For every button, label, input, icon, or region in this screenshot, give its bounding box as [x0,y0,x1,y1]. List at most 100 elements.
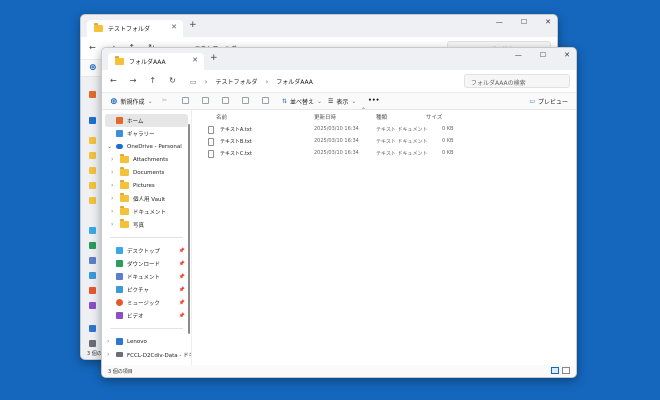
tiles-view-icon[interactable] [562,367,570,374]
maximize-button[interactable]: ☐ [521,18,527,26]
music-icon[interactable] [89,287,96,294]
front-window-controls: — ☐ ✕ [515,51,570,59]
new-icon[interactable]: ⊕ [89,64,97,73]
chevron-right-icon[interactable]: › [111,169,113,176]
search-input[interactable]: フォルダAAAの検索 [464,74,570,88]
sidebar-item-onedrive[interactable]: ⌄ OneDrive - Personal [102,140,191,153]
view-label: 表示 [336,99,349,106]
back-arrow-icon[interactable]: ← [89,43,96,53]
sidebar-item-label: 個人用 Vault [133,196,166,203]
folder-icon[interactable] [89,197,96,204]
preview-button[interactable]: ▭ プレビュー [529,97,568,106]
chevron-right-icon[interactable]: › [107,351,109,358]
back-arrow-icon[interactable]: ← [110,76,117,86]
delete-icon[interactable] [262,97,269,104]
rename-icon[interactable] [222,97,229,104]
share-icon[interactable] [242,97,249,104]
sidebar-item-folder[interactable]: › ドキュメント [102,205,191,218]
minimize-button[interactable]: — [515,51,522,59]
sidebar-item-folder[interactable]: › Documents [102,166,191,179]
breadcrumb[interactable]: ▭ › テストフォルダ › フォルダAAA [190,77,313,87]
document-icon[interactable] [89,257,96,264]
folder-icon[interactable] [89,137,96,144]
sidebar-item-folder[interactable]: › Attachments [102,153,191,166]
maximize-button[interactable]: ☐ [540,51,546,59]
sidebar-item-pc[interactable]: › Lenovo [102,335,191,348]
new-tab-button[interactable]: + [210,53,218,63]
folder-icon[interactable] [89,182,96,189]
text-file-icon [208,150,214,158]
sidebar-item-videos[interactable]: ビデオ 📌 [102,309,191,322]
folder-icon[interactable] [89,152,96,159]
breadcrumb-item[interactable]: テストフォルダ [215,77,257,86]
pin-icon[interactable]: 📌 [179,261,185,267]
file-row[interactable]: テキストC.txt 2025/03/10 16:34 テキスト ドキュメント 0… [204,148,576,159]
sidebar-item-documents[interactable]: ドキュメント 📌 [102,270,191,283]
desktop-icon[interactable] [89,227,96,234]
new-tab-button[interactable]: + [189,20,197,30]
video-icon[interactable] [89,302,96,309]
pin-icon[interactable]: 📌 [179,287,185,293]
file-row[interactable]: テキストA.txt 2025/03/10 16:34 テキスト ドキュメント 0… [204,124,576,135]
pc-icon[interactable] [89,325,96,332]
sidebar-item-home[interactable]: ホーム [105,114,188,127]
chevron-right-icon[interactable]: › [111,195,113,202]
sidebar-item-gallery[interactable]: ギャラリー [102,127,191,140]
sort-button[interactable]: ⇅ 並べ替え ⌄ [282,97,322,106]
close-tab-icon[interactable]: ✕ [171,23,177,31]
close-window-button[interactable]: ✕ [545,18,551,26]
drive-icon [116,352,123,357]
column-header-type[interactable]: 種類 [376,113,387,121]
back-sidebar [81,77,103,347]
sidebar-scrollbar[interactable] [188,124,190,334]
chevron-right-icon[interactable]: › [107,338,109,345]
column-header-size[interactable]: サイズ [426,113,442,121]
home-icon[interactable] [89,91,96,98]
column-header-name[interactable]: 名前 [216,113,227,121]
more-options-button[interactable]: ••• [368,97,380,104]
sidebar-item-network-drive[interactable]: › FCCL-D2Cdiv-Data - ドキュメ [102,348,191,361]
front-tab[interactable]: フォルダAAA ✕ [108,53,204,70]
column-header-date[interactable]: 更新日時 [314,113,336,121]
close-window-button[interactable]: ✕ [564,51,570,59]
chevron-right-icon[interactable]: › [111,182,113,189]
sidebar-item-folder[interactable]: › 写真 [102,218,191,231]
breadcrumb-item[interactable]: フォルダAAA [276,77,313,86]
divider [110,237,183,238]
sidebar-item-desktop[interactable]: デスクトップ 📌 [102,244,191,257]
sidebar-item-music[interactable]: ミュージック 📌 [102,296,191,309]
cut-icon[interactable]: ✂ [162,97,167,104]
refresh-icon[interactable]: ↻ [169,76,176,86]
pin-icon[interactable]: 📌 [179,313,185,319]
chevron-right-icon[interactable]: › [111,208,113,215]
details-view-icon[interactable] [551,367,559,374]
cloud-icon[interactable] [89,117,96,124]
pin-icon[interactable]: 📌 [179,300,185,306]
chevron-down-icon[interactable]: ⌄ [107,143,112,150]
picture-icon[interactable] [89,272,96,279]
sidebar-item-label: OneDrive - Personal [127,143,182,150]
close-tab-icon[interactable]: ✕ [192,56,198,64]
download-icon[interactable] [89,242,96,249]
sidebar-item-folder[interactable]: › 個人用 Vault [102,192,191,205]
file-row[interactable]: テキストB.txt 2025/03/10 16:34 テキスト ドキュメント 0… [204,136,576,147]
pin-icon[interactable]: 📌 [179,248,185,254]
back-window-controls: — ☐ ✕ [496,18,551,26]
paste-icon[interactable] [202,97,209,104]
pin-icon[interactable]: 📌 [179,274,185,280]
up-arrow-icon[interactable]: ↑ [149,76,156,86]
copy-icon[interactable] [182,97,189,104]
new-button[interactable]: ⊕ 新規作成 ⌄ [110,97,153,106]
folder-icon[interactable] [89,167,96,174]
chevron-right-icon[interactable]: › [111,221,113,228]
forward-arrow-icon[interactable]: → [130,76,137,86]
front-explorer-window[interactable]: フォルダAAA ✕ + — ☐ ✕ ← → ↑ ↻ ▭ › テストフォルダ › … [101,47,577,378]
view-button[interactable]: ☰ 表示 ⌄ [328,97,356,106]
minimize-button[interactable]: — [496,18,503,26]
chevron-right-icon[interactable]: › [111,156,113,163]
sidebar-item-folder[interactable]: › Pictures [102,179,191,192]
drive-icon[interactable] [89,340,96,347]
sidebar-item-pictures[interactable]: ピクチャ 📌 [102,283,191,296]
back-tab[interactable]: テストフォルダ ✕ [87,20,183,37]
sidebar-item-downloads[interactable]: ダウンロード 📌 [102,257,191,270]
